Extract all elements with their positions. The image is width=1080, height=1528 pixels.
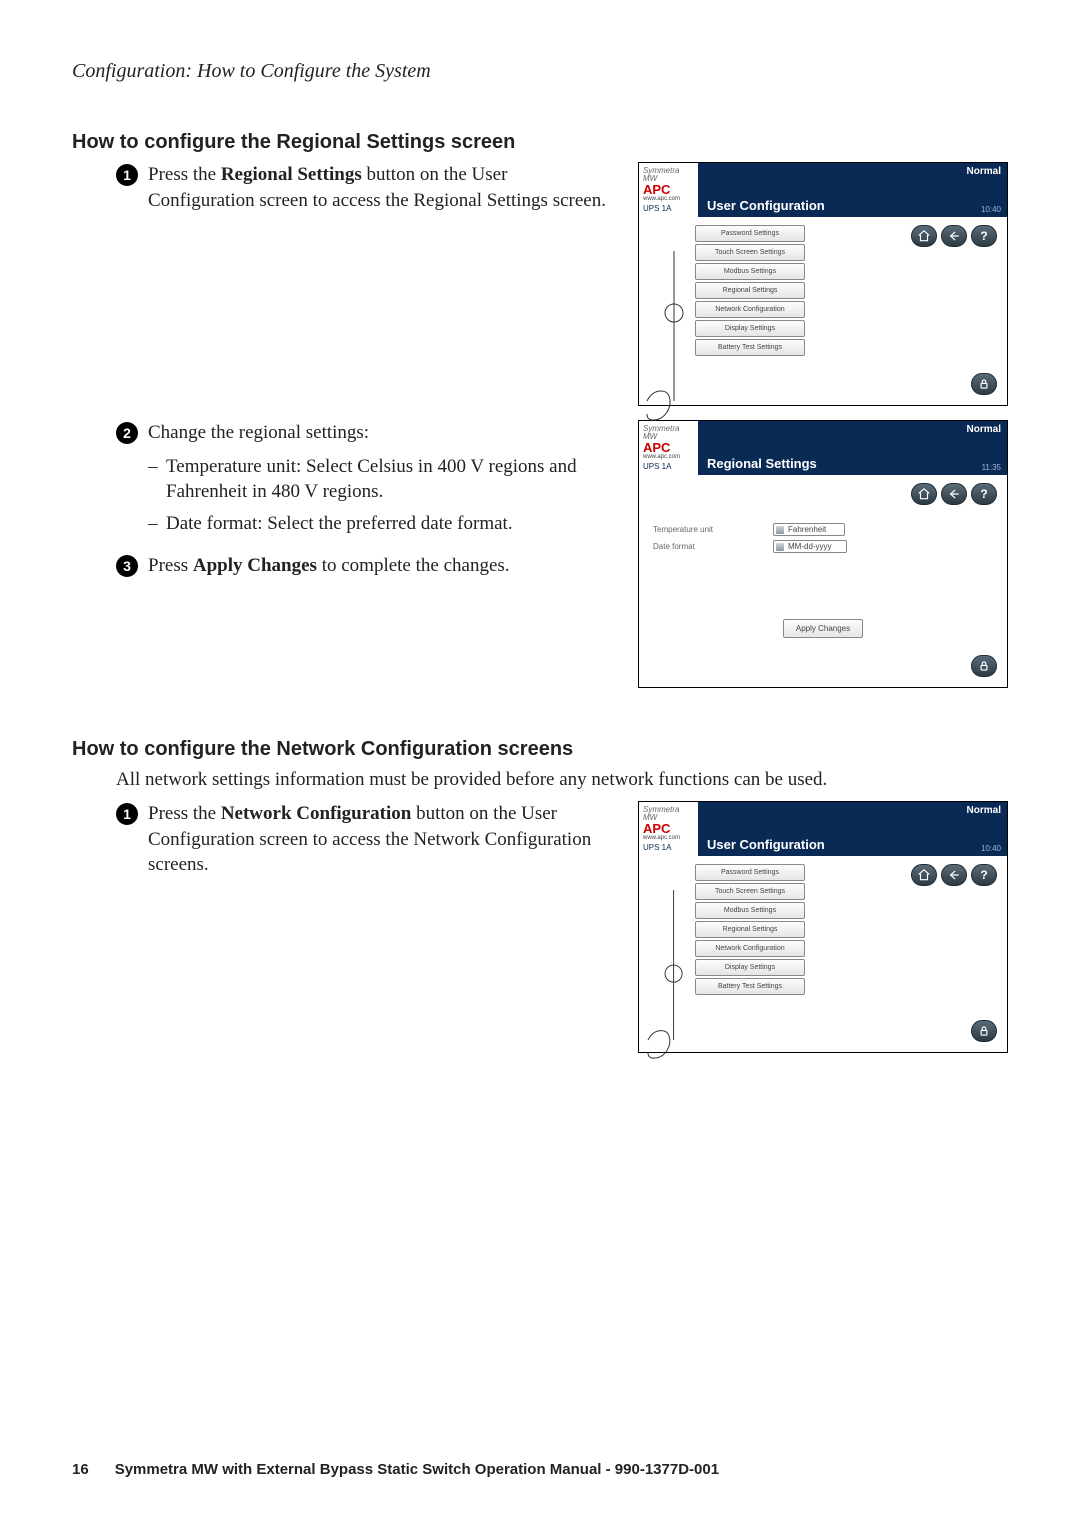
menu-item[interactable]: Modbus Settings xyxy=(695,902,805,919)
home-icon[interactable] xyxy=(911,225,937,247)
clock: 10:40 xyxy=(953,205,1001,214)
footer-title: Symmetra MW with External Bypass Static … xyxy=(115,1461,719,1478)
screenshot-regional-settings: Symmetra MW APC www.apc.com UPS 1A Regio… xyxy=(638,420,1008,688)
dropdown-temp-unit[interactable]: Fahrenheit xyxy=(773,523,845,536)
step-1: 1 Press the Regional Settings button on … xyxy=(116,162,608,213)
menu-list: Password Settings Touch Screen Settings … xyxy=(695,864,805,995)
field-label: Temperature unit xyxy=(653,525,733,534)
section-intro: All network settings information must be… xyxy=(116,769,1008,791)
step-marker: 2 xyxy=(116,422,138,444)
screenshot-title: Regional Settings xyxy=(699,421,947,475)
section-heading-network: How to configure the Network Configurati… xyxy=(72,738,1008,761)
status-badge: Normal xyxy=(953,424,1001,435)
step-marker: 1 xyxy=(116,164,138,186)
lock-icon[interactable] xyxy=(971,1020,997,1042)
form-row-temp-unit: Temperature unit Fahrenheit xyxy=(653,523,997,536)
running-head: Configuration: How to Configure the Syst… xyxy=(72,60,1008,83)
step-text: Press the Network Configuration button o… xyxy=(148,801,608,878)
menu-item[interactable]: Battery Test Settings xyxy=(695,978,805,995)
menu-item[interactable]: Network Configuration xyxy=(695,940,805,957)
page-number: 16 xyxy=(72,1461,89,1478)
step-1-network: 1 Press the Network Configuration button… xyxy=(116,801,608,878)
menu-item[interactable]: Password Settings xyxy=(695,864,805,881)
screenshot-header-brand: Symmetra MW APC www.apc.com UPS 1A xyxy=(639,802,699,856)
menu-item[interactable]: Battery Test Settings xyxy=(695,339,805,356)
back-icon[interactable] xyxy=(941,864,967,886)
dropdown-date-format[interactable]: MM-dd-yyyy xyxy=(773,540,847,553)
step-2: 2 Change the regional settings: Temperat… xyxy=(116,420,608,543)
step-marker: 1 xyxy=(116,803,138,825)
menu-item[interactable]: Display Settings xyxy=(695,320,805,337)
menu-item[interactable]: Regional Settings xyxy=(695,282,805,299)
page-footer: 16 Symmetra MW with External Bypass Stat… xyxy=(72,1461,1008,1478)
screenshot-title: User Configuration xyxy=(699,802,947,856)
help-icon[interactable]: ? xyxy=(971,483,997,505)
menu-list: Password Settings Touch Screen Settings … xyxy=(695,225,805,356)
menu-item[interactable]: Network Configuration xyxy=(695,301,805,318)
menu-item[interactable]: Display Settings xyxy=(695,959,805,976)
home-icon[interactable] xyxy=(911,864,937,886)
status-badge: Normal xyxy=(953,166,1001,177)
screenshot-header-brand: Symmetra MW APC www.apc.com UPS 1A xyxy=(639,163,699,217)
step-text: Press Apply Changes to complete the chan… xyxy=(148,553,510,579)
pointer-decoration xyxy=(641,890,691,1080)
clock: 11:35 xyxy=(953,463,1001,472)
apply-changes-button[interactable]: Apply Changes xyxy=(783,619,863,638)
menu-item[interactable]: Password Settings xyxy=(695,225,805,242)
screenshot-header-brand: Symmetra MW APC www.apc.com UPS 1A xyxy=(639,421,699,475)
step-text: Change the regional settings: Temperatur… xyxy=(148,420,608,543)
lock-icon[interactable] xyxy=(971,373,997,395)
screenshot-user-configuration-2: Symmetra MW APC www.apc.com UPS 1A User … xyxy=(638,801,1008,1053)
clock: 10:40 xyxy=(953,844,1001,853)
menu-item[interactable]: Touch Screen Settings xyxy=(695,883,805,900)
section-heading-regional: How to configure the Regional Settings s… xyxy=(72,131,1008,154)
field-label: Date format xyxy=(653,542,733,551)
home-icon[interactable] xyxy=(911,483,937,505)
menu-item[interactable]: Touch Screen Settings xyxy=(695,244,805,261)
pointer-decoration xyxy=(641,251,691,441)
lock-icon[interactable] xyxy=(971,655,997,677)
help-icon[interactable]: ? xyxy=(971,225,997,247)
menu-item[interactable]: Modbus Settings xyxy=(695,263,805,280)
step-text: Press the Regional Settings button on th… xyxy=(148,162,608,213)
status-badge: Normal xyxy=(953,805,1001,816)
bullet: Date format: Select the preferred date f… xyxy=(148,511,608,537)
screenshot-title: User Configuration xyxy=(699,163,947,217)
bullet: Temperature unit: Select Celsius in 400 … xyxy=(148,454,608,505)
step-3: 3 Press Apply Changes to complete the ch… xyxy=(116,553,608,579)
form-row-date-format: Date format MM-dd-yyyy xyxy=(653,540,997,553)
back-icon[interactable] xyxy=(941,483,967,505)
help-icon[interactable]: ? xyxy=(971,864,997,886)
step-marker: 3 xyxy=(116,555,138,577)
back-icon[interactable] xyxy=(941,225,967,247)
menu-item[interactable]: Regional Settings xyxy=(695,921,805,938)
screenshot-user-configuration: Symmetra MW APC www.apc.com UPS 1A User … xyxy=(638,162,1008,406)
